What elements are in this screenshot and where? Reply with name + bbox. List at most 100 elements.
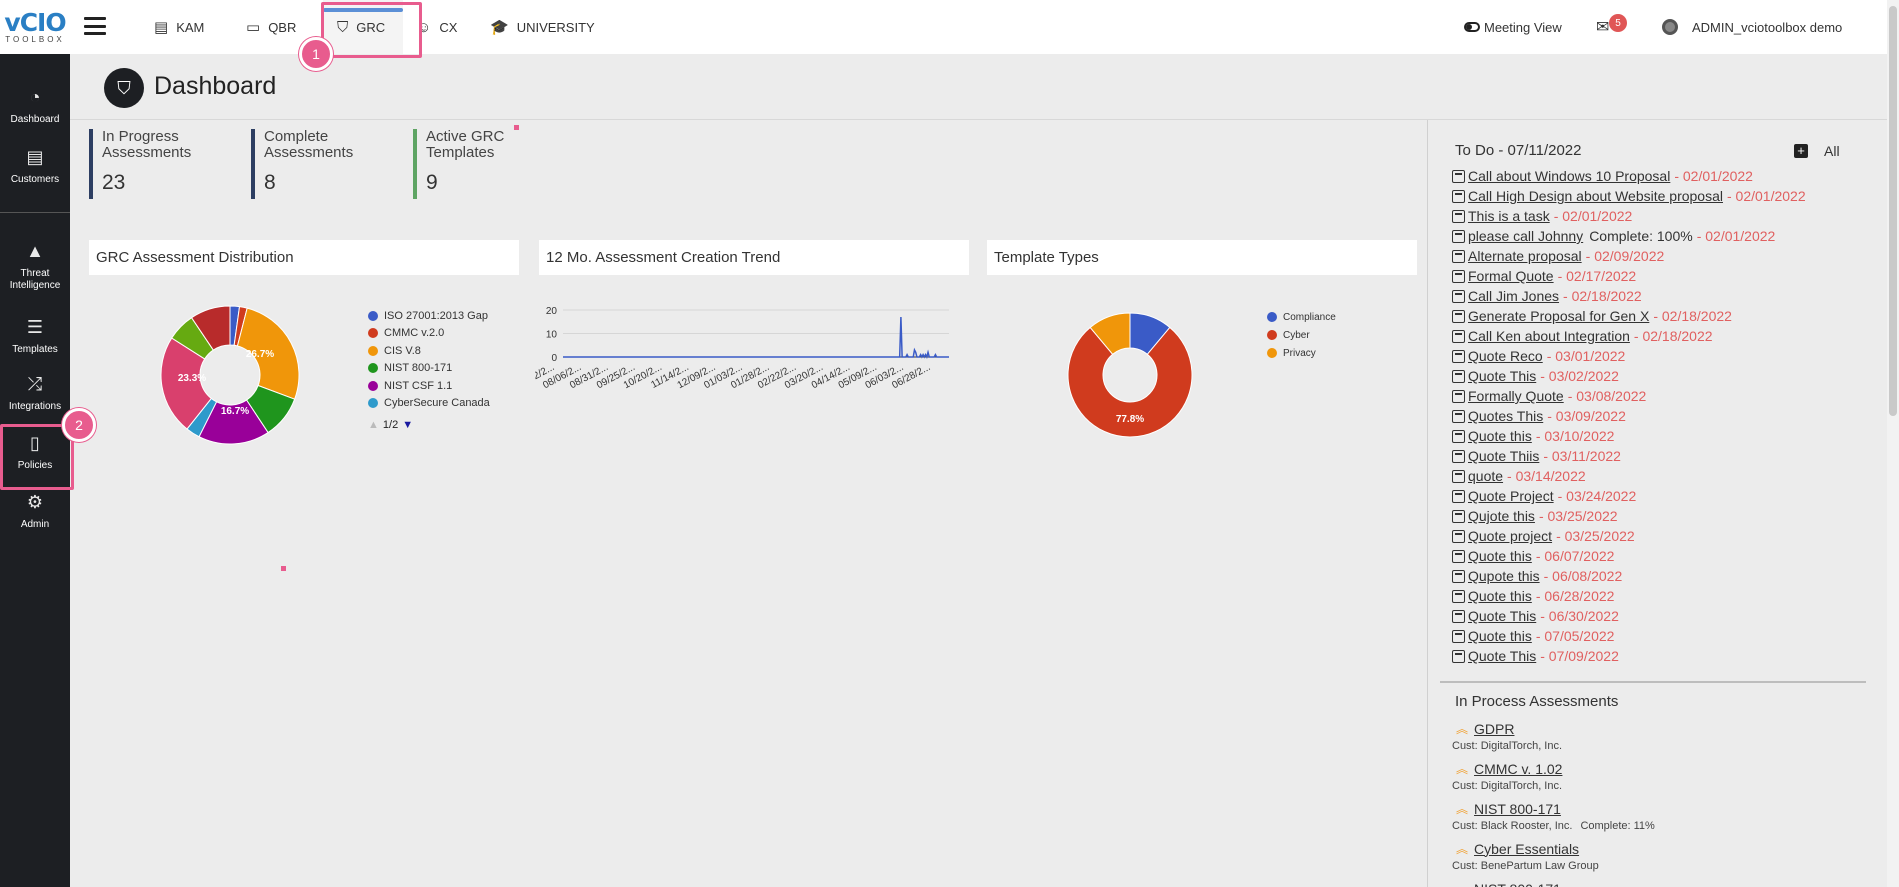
assessment-link[interactable]: NIST 800-171 bbox=[1474, 881, 1561, 887]
todo-item[interactable]: Call about Windows 10 Proposal - 02/01/2… bbox=[1452, 166, 1862, 186]
todo-link[interactable]: Quote This bbox=[1468, 608, 1536, 624]
todo-item[interactable]: Alternate proposal - 02/09/2022 bbox=[1452, 246, 1862, 266]
stat-active-templates[interactable]: Active GRC Templates 9 bbox=[413, 129, 504, 199]
legend-item[interactable]: Compliance bbox=[1267, 308, 1336, 326]
todo-link[interactable]: Quote project bbox=[1468, 528, 1552, 544]
trend-series-line[interactable] bbox=[563, 317, 949, 360]
calendar-check-icon[interactable] bbox=[1452, 529, 1465, 543]
tab-cx[interactable]: ☺ CX bbox=[416, 0, 457, 54]
trend-line-chart[interactable]: 201002/2...08/06/2...08/31/2...09/25/2..… bbox=[535, 300, 955, 475]
todo-link[interactable]: Quote Thiis bbox=[1468, 448, 1539, 464]
todo-link[interactable]: Generate Proposal for Gen X bbox=[1468, 308, 1649, 324]
todo-item[interactable]: Quote Reco - 03/01/2022 bbox=[1452, 346, 1862, 366]
todo-link[interactable]: Call about Windows 10 Proposal bbox=[1468, 168, 1670, 184]
todo-item[interactable]: Qupote this - 06/08/2022 bbox=[1452, 566, 1862, 586]
todo-link[interactable]: Quote This bbox=[1468, 368, 1536, 384]
calendar-check-icon[interactable] bbox=[1452, 649, 1465, 663]
template-types-donut-chart[interactable]: 77.8% bbox=[1067, 312, 1193, 438]
todo-item[interactable]: Quote This - 06/30/2022 bbox=[1452, 606, 1862, 626]
todo-item[interactable]: Qujote this - 03/25/2022 bbox=[1452, 506, 1862, 526]
todo-link[interactable]: Qupote this bbox=[1468, 568, 1540, 584]
todo-link[interactable]: Quotes This bbox=[1468, 408, 1543, 424]
meeting-view-toggle[interactable]: Meeting View bbox=[1464, 0, 1562, 54]
todo-item[interactable]: This is a task - 02/01/2022 bbox=[1452, 206, 1862, 226]
calendar-check-icon[interactable] bbox=[1452, 169, 1465, 183]
todo-all-link[interactable]: All bbox=[1824, 143, 1840, 159]
stat-in-progress[interactable]: In Progress Assessments 23 bbox=[89, 129, 191, 199]
tab-kam[interactable]: ▤ KAM bbox=[154, 0, 204, 54]
todo-link[interactable]: Qujote this bbox=[1468, 508, 1535, 524]
calendar-check-icon[interactable] bbox=[1452, 369, 1465, 383]
todo-item[interactable]: Quote this - 06/07/2022 bbox=[1452, 546, 1862, 566]
legend-pager[interactable]: ▲ 1/2 ▼ bbox=[368, 419, 413, 431]
sidebar-item-templates[interactable]: ☰ Templates bbox=[0, 316, 70, 356]
legend-item[interactable]: CMMC v.2.0 bbox=[368, 325, 490, 343]
todo-item[interactable]: Formal Quote - 02/17/2022 bbox=[1452, 266, 1862, 286]
todo-link[interactable]: Call High Design about Website proposal bbox=[1468, 188, 1723, 204]
todo-link[interactable]: Formal Quote bbox=[1468, 268, 1554, 284]
calendar-check-icon[interactable] bbox=[1452, 389, 1465, 403]
assessment-link[interactable]: Cyber Essentials bbox=[1474, 841, 1579, 857]
hamburger-menu-icon[interactable] bbox=[84, 17, 106, 35]
calendar-check-icon[interactable] bbox=[1452, 589, 1465, 603]
todo-item[interactable]: Call Ken about Integration - 02/18/2022 bbox=[1452, 326, 1862, 346]
user-menu[interactable]: ADMIN_vciotoolbox demo bbox=[1662, 0, 1842, 54]
assessment-link[interactable]: NIST 800-171 bbox=[1474, 801, 1561, 817]
todo-item[interactable]: Quote This - 07/09/2022 bbox=[1452, 646, 1862, 666]
legend-item[interactable]: CIS V.8 bbox=[368, 342, 490, 360]
legend-item[interactable]: Cyber bbox=[1267, 326, 1336, 344]
calendar-check-icon[interactable] bbox=[1452, 509, 1465, 523]
todo-link[interactable]: Quote this bbox=[1468, 628, 1532, 644]
tab-university[interactable]: 🎓 UNIVERSITY bbox=[490, 0, 595, 54]
page-scrollbar[interactable] bbox=[1887, 0, 1899, 887]
todo-link[interactable]: This is a task bbox=[1468, 208, 1550, 224]
calendar-check-icon[interactable] bbox=[1452, 209, 1465, 223]
calendar-check-icon[interactable] bbox=[1452, 469, 1465, 483]
calendar-check-icon[interactable] bbox=[1452, 449, 1465, 463]
todo-link[interactable]: Quote this bbox=[1468, 588, 1532, 604]
calendar-check-icon[interactable] bbox=[1452, 429, 1465, 443]
legend-item[interactable]: ISO 27001:2013 Gap bbox=[368, 307, 490, 325]
legend-item[interactable]: NIST 800-171 bbox=[368, 360, 490, 378]
calendar-check-icon[interactable] bbox=[1452, 609, 1465, 623]
calendar-check-icon[interactable] bbox=[1452, 289, 1465, 303]
todo-link[interactable]: Alternate proposal bbox=[1468, 248, 1582, 264]
triangle-down-icon[interactable]: ▼ bbox=[402, 419, 413, 431]
mail-button[interactable]: ✉ bbox=[1596, 0, 1609, 54]
assessment-link[interactable]: GDPR bbox=[1474, 721, 1514, 737]
calendar-check-icon[interactable] bbox=[1452, 249, 1465, 263]
calendar-check-icon[interactable] bbox=[1452, 489, 1465, 503]
todo-item[interactable]: Quote this - 03/10/2022 bbox=[1452, 426, 1862, 446]
todo-item[interactable]: Quote Thiis - 03/11/2022 bbox=[1452, 446, 1862, 466]
todo-link[interactable]: Quote This bbox=[1468, 648, 1536, 664]
todo-link[interactable]: Quote this bbox=[1468, 428, 1532, 444]
todo-item[interactable]: Call Jim Jones - 02/18/2022 bbox=[1452, 286, 1862, 306]
calendar-check-icon[interactable] bbox=[1452, 309, 1465, 323]
legend-item[interactable]: CyberSecure Canada bbox=[368, 395, 490, 413]
sidebar-item-admin[interactable]: ⚙ Admin bbox=[0, 491, 70, 531]
todo-item[interactable]: Quote this - 06/28/2022 bbox=[1452, 586, 1862, 606]
todo-link[interactable]: Quote Project bbox=[1468, 488, 1554, 504]
todo-item[interactable]: Formally Quote - 03/08/2022 bbox=[1452, 386, 1862, 406]
tab-qbr[interactable]: ▭ QBR bbox=[246, 0, 296, 54]
sidebar-item-dashboard[interactable]: ◔ Dashboard bbox=[0, 86, 70, 126]
todo-link[interactable]: please call Johnny bbox=[1468, 228, 1583, 244]
todo-item[interactable]: Quote project - 03/25/2022 bbox=[1452, 526, 1862, 546]
legend-item[interactable]: NIST CSF 1.1 bbox=[368, 377, 490, 395]
calendar-check-icon[interactable] bbox=[1452, 569, 1465, 583]
calendar-check-icon[interactable] bbox=[1452, 629, 1465, 643]
sidebar-item-threat-intelligence[interactable]: ▲ Threat Intelligence bbox=[0, 240, 70, 292]
todo-item[interactable]: Quote this - 07/05/2022 bbox=[1452, 626, 1862, 646]
todo-item[interactable]: Generate Proposal for Gen X - 02/18/2022 bbox=[1452, 306, 1862, 326]
scrollbar-thumb[interactable] bbox=[1889, 6, 1897, 416]
calendar-check-icon[interactable] bbox=[1452, 409, 1465, 423]
todo-link[interactable]: Call Jim Jones bbox=[1468, 288, 1559, 304]
stat-complete[interactable]: Complete Assessments 8 bbox=[251, 129, 353, 199]
calendar-check-icon[interactable] bbox=[1452, 229, 1465, 243]
calendar-check-icon[interactable] bbox=[1452, 189, 1465, 203]
todo-link[interactable]: quote bbox=[1468, 468, 1503, 484]
todo-item[interactable]: Quotes This - 03/09/2022 bbox=[1452, 406, 1862, 426]
todo-item[interactable]: Quote Project - 03/24/2022 bbox=[1452, 486, 1862, 506]
calendar-check-icon[interactable] bbox=[1452, 549, 1465, 563]
todo-link[interactable]: Quote Reco bbox=[1468, 348, 1543, 364]
